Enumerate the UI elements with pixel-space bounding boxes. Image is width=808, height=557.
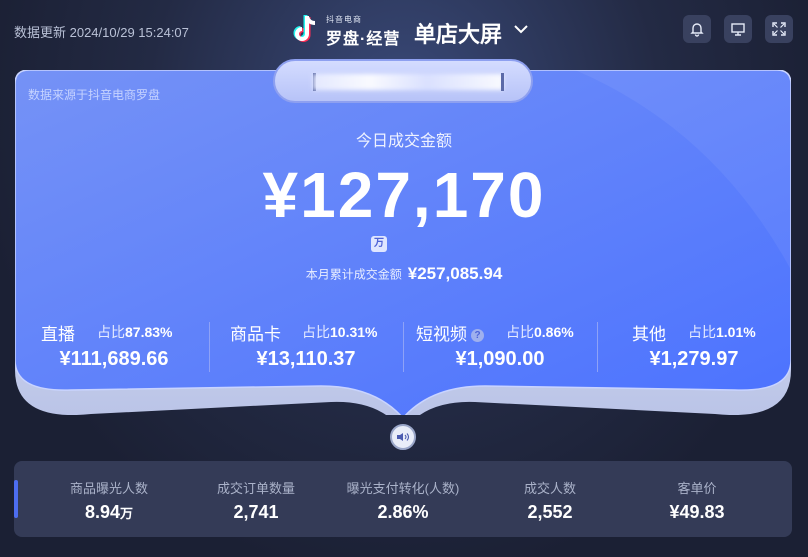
stat-conversion-rate: 曝光支付转化(人数) 2.86% xyxy=(328,461,478,537)
stat-label: 曝光支付转化(人数) xyxy=(346,481,460,496)
screen-mode-button[interactable] xyxy=(724,15,752,43)
stat-value: ¥49.83 xyxy=(669,502,725,522)
channel-name: 其他 xyxy=(632,325,666,344)
channel-product-card: 商品卡 占比10.31% ¥13,110.37 xyxy=(210,318,402,378)
help-icon[interactable]: ? xyxy=(471,329,484,342)
channel-value: ¥1,090.00 xyxy=(455,348,545,370)
stat-order-count: 成交订单数量 2,741 xyxy=(181,461,331,537)
channel-share: 占比0.86% xyxy=(506,324,574,340)
month-sales-value: ¥257,085.94 xyxy=(407,264,503,283)
stat-buyer-count: 成交人数 2,552 xyxy=(475,461,625,537)
stat-avg-order-value: 客单价 ¥49.83 xyxy=(622,461,772,537)
shop-name-pill xyxy=(273,59,533,103)
chevron-down-icon[interactable] xyxy=(512,20,530,38)
channel-value: ¥13,110.37 xyxy=(256,348,356,370)
fullscreen-icon xyxy=(772,22,786,36)
bell-icon xyxy=(690,23,704,37)
stat-label: 客单价 xyxy=(677,481,717,496)
channel-name: 直播 xyxy=(41,325,75,344)
stat-value: 8.94万 xyxy=(84,502,134,522)
channel-share: 占比1.01% xyxy=(688,324,756,340)
douyin-compass-logo: 抖音电商 罗盘·经营 xyxy=(292,12,402,48)
blurred-shop-name xyxy=(313,74,503,90)
fullscreen-button[interactable] xyxy=(765,15,793,43)
speaker-icon xyxy=(397,433,410,441)
monitor-icon xyxy=(731,23,745,36)
traffic-stats-panel: 商品曝光人数 8.94万 成交订单数量 2,741 曝光支付转化(人数) 2.8… xyxy=(14,461,792,537)
channel-share: 占比87.83% xyxy=(97,324,173,340)
month-sales-label: 本月累计成交金额 xyxy=(305,267,402,282)
data-source-note: 数据来源于抖音电商罗盘 xyxy=(28,88,161,102)
blurred-text-edge xyxy=(501,73,504,91)
sound-toggle-button[interactable] xyxy=(390,424,416,450)
stat-exposure-users: 商品曝光人数 8.94万 xyxy=(34,461,184,537)
channel-name: 短视频? xyxy=(416,320,484,345)
stat-label: 成交订单数量 xyxy=(216,481,295,496)
logo-title: 罗盘·经营 xyxy=(326,31,401,48)
unit-toggle-badge[interactable]: 万 xyxy=(371,236,387,252)
stat-value: 2,552 xyxy=(527,502,573,522)
month-sales-row: 本月累计成交金额 ¥257,085.94 xyxy=(0,264,808,284)
stats-accent-bar xyxy=(14,480,18,518)
stat-value: 2.86% xyxy=(377,502,429,522)
top-header: 数据更新 2024/10/29 15:24:07 抖音电商 罗盘·经营 单店大屏 xyxy=(0,0,808,62)
channel-short-video: 短视频? 占比0.86% ¥1,090.00 xyxy=(404,318,596,378)
channel-live: 直播 占比87.83% ¥111,689.66 xyxy=(18,318,210,378)
channel-value: ¥1,279.97 xyxy=(649,348,739,370)
notification-button[interactable] xyxy=(683,15,711,43)
stat-label: 商品曝光人数 xyxy=(69,481,148,496)
channel-value: ¥111,689.66 xyxy=(59,348,169,370)
today-sales-value: ¥127,170 xyxy=(262,159,546,231)
channel-other: 其他 占比1.01% ¥1,279.97 xyxy=(598,318,790,378)
today-sales-label: 今日成交金额 xyxy=(355,133,452,150)
douyin-logo-icon xyxy=(293,15,316,42)
logo-subtitle: 抖音电商 xyxy=(326,15,362,24)
channel-name: 商品卡 xyxy=(230,325,281,344)
channel-share: 占比10.31% xyxy=(302,324,378,340)
stat-label: 成交人数 xyxy=(523,481,576,496)
update-timestamp: 数据更新 2024/10/29 15:24:07 xyxy=(14,25,189,40)
stat-value: 2,741 xyxy=(233,502,279,522)
store-selector-title[interactable]: 单店大屏 xyxy=(414,17,502,49)
